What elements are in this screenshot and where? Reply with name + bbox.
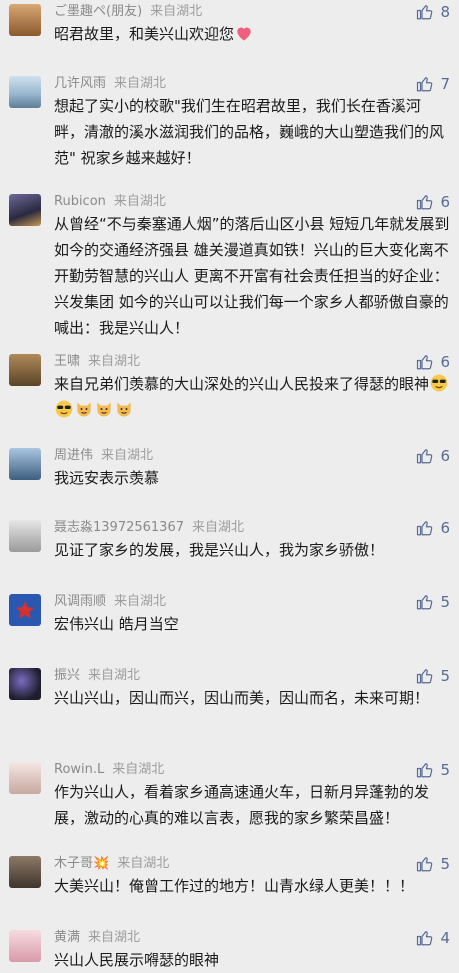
sunglasses-face-icon xyxy=(430,374,448,392)
comment-source: 来自湖北 xyxy=(112,762,165,777)
commenter-name[interactable]: 振兴 xyxy=(54,668,80,683)
comment-source: 来自湖北 xyxy=(114,594,167,609)
thumbs-up-icon xyxy=(417,355,433,370)
cat-face-icon xyxy=(77,402,91,417)
thumbs-up-icon xyxy=(417,449,433,464)
comment-text: 作为兴山人，看着家乡通高速通火车，日新月异蓬勃的发展，激动的心真的难以言表，愿我… xyxy=(54,783,430,827)
like-button[interactable]: 8 xyxy=(416,2,450,22)
avatar[interactable] xyxy=(9,856,41,888)
like-count: 8 xyxy=(440,3,450,21)
commenter-name[interactable]: Rubicon xyxy=(54,194,106,209)
commenter-name[interactable]: 聂志淼13972561367 xyxy=(54,520,184,535)
comment-text: 昭君故里，和美兴山欢迎您 xyxy=(54,25,235,43)
commenter-name[interactable]: 黄满 xyxy=(54,930,80,945)
like-count: 6 xyxy=(440,447,450,465)
comment-source: 来自湖北 xyxy=(88,354,141,369)
heart-icon xyxy=(237,27,251,41)
avatar[interactable] xyxy=(9,762,41,794)
like-count: 5 xyxy=(440,855,450,873)
comment-source: 来自湖北 xyxy=(101,448,154,463)
comment-source: 来自湖北 xyxy=(113,194,166,209)
thumbs-up-icon xyxy=(417,857,433,872)
like-button[interactable]: 7 xyxy=(416,74,450,94)
thumbs-up-icon xyxy=(417,669,433,684)
avatar[interactable] xyxy=(9,354,41,386)
comment-source: 来自湖北 xyxy=(117,856,170,871)
avatar[interactable] xyxy=(9,194,41,226)
thumbs-up-icon xyxy=(417,763,433,778)
like-button[interactable]: 4 xyxy=(416,928,450,948)
comment-text: 兴山人民展示嘚瑟的眼神 xyxy=(54,951,220,969)
star-icon xyxy=(15,601,35,619)
comment-text: 想起了实小的校歌"我们生在昭君故里，我们长在香溪河畔，清澈的溪水滋润我们的品格，… xyxy=(54,97,445,167)
cat-face-icon xyxy=(117,402,131,417)
like-button[interactable]: 5 xyxy=(416,760,450,780)
like-count: 5 xyxy=(440,593,450,611)
like-button[interactable]: 6 xyxy=(416,192,450,212)
like-button[interactable]: 6 xyxy=(416,352,450,372)
like-button[interactable]: 6 xyxy=(416,446,450,466)
thumbs-up-icon xyxy=(417,595,433,610)
comment-source: 来自湖北 xyxy=(88,668,141,683)
like-count: 4 xyxy=(440,929,450,947)
like-button[interactable]: 5 xyxy=(416,666,450,686)
like-count: 5 xyxy=(440,761,450,779)
comment-source: 来自湖北 xyxy=(150,4,203,19)
avatar[interactable] xyxy=(9,594,41,626)
like-count: 6 xyxy=(440,193,450,211)
like-count: 6 xyxy=(440,519,450,537)
comment-text: 从曾经“不与秦塞通人烟”的落后山区小县 短短几年就发展到如今的交通经济强县 雄关… xyxy=(54,215,450,337)
like-count: 6 xyxy=(440,353,450,371)
avatar[interactable] xyxy=(9,76,41,108)
like-count: 5 xyxy=(440,667,450,685)
sunglasses-face-icon xyxy=(55,400,73,418)
commenter-name[interactable]: Rowin.L xyxy=(54,762,104,777)
thumbs-up-icon xyxy=(417,5,433,20)
like-button[interactable]: 6 xyxy=(416,518,450,538)
comment-text: 我远安表示羡慕 xyxy=(54,469,160,487)
commenter-name[interactable]: 木子哥💥 xyxy=(54,856,109,871)
comment-source: 来自湖北 xyxy=(114,76,167,91)
thumbs-up-icon xyxy=(417,77,433,92)
commenter-name[interactable]: 周进伟 xyxy=(54,448,93,463)
comment-text: 来自兄弟们羡慕的大山深处的兴山人民投来了得瑟的眼神 xyxy=(54,375,430,393)
thumbs-up-icon xyxy=(417,931,433,946)
avatar[interactable] xyxy=(9,668,41,700)
like-count: 7 xyxy=(440,75,450,93)
comment-text: 兴山兴山，因山而兴，因山而美，因山而名，未来可期！ xyxy=(54,689,430,707)
thumbs-up-icon xyxy=(417,521,433,536)
commenter-name[interactable]: 几许风雨 xyxy=(54,76,106,91)
comment-list: ご墨趣ペ(朋友) 来自湖北 8 昭君故里，和美兴山欢迎您 几许风雨 来自湖北 7 想… xyxy=(0,0,459,971)
commenter-name[interactable]: 风调雨顺 xyxy=(54,594,106,609)
like-button[interactable]: 5 xyxy=(416,592,450,612)
like-button[interactable]: 5 xyxy=(416,854,450,874)
comment-text: 宏伟兴山 皓月当空 xyxy=(54,615,179,633)
avatar[interactable] xyxy=(9,930,41,962)
commenter-name[interactable]: 王啸 xyxy=(54,354,80,369)
avatar[interactable] xyxy=(9,4,41,36)
comment-source: 来自湖北 xyxy=(191,520,244,535)
thumbs-up-icon xyxy=(417,195,433,210)
comment-text: 大美兴山！俺曾工作过的地方！山青水绿人更美！！！ xyxy=(54,877,415,895)
comment-text: 见证了家乡的发展，我是兴山人，我为家乡骄傲！ xyxy=(54,541,385,559)
avatar[interactable] xyxy=(9,520,41,552)
comment-source: 来自湖北 xyxy=(88,930,141,945)
commenter-name[interactable]: ご墨趣ペ(朋友) xyxy=(54,4,142,19)
avatar[interactable] xyxy=(9,448,41,480)
cat-face-icon xyxy=(97,402,111,417)
